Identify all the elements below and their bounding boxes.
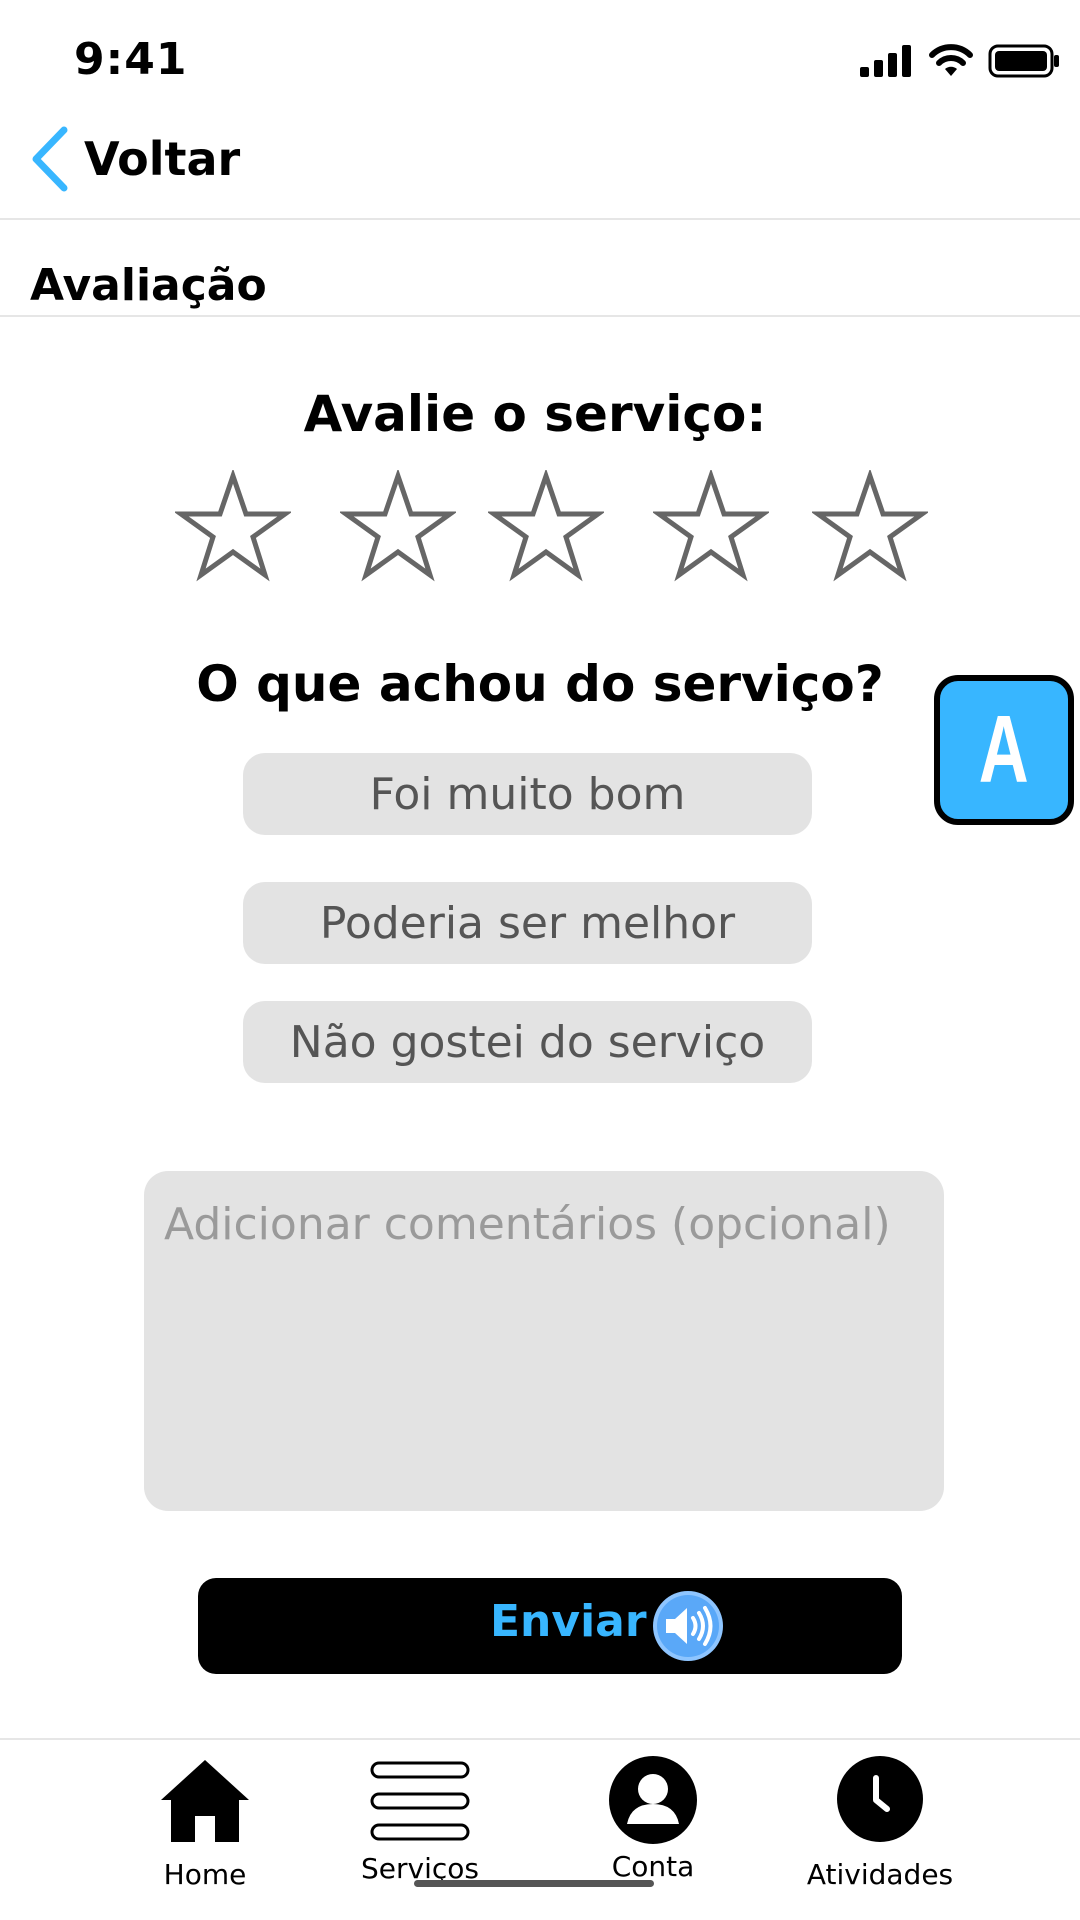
star-3-icon[interactable]	[488, 470, 604, 582]
send-button[interactable]: Enviar	[198, 1578, 902, 1674]
home-indicator	[414, 1880, 654, 1887]
star-5-icon[interactable]	[812, 470, 928, 582]
feedback-question: O que achou do serviço?	[196, 655, 884, 713]
clock-icon	[837, 1756, 923, 1842]
speaker-icon[interactable]	[652, 1590, 724, 1662]
signal-icon	[860, 45, 911, 77]
comment-field[interactable]	[144, 1171, 944, 1511]
tabbar-divider	[0, 1738, 1080, 1740]
back-label: Voltar	[84, 132, 241, 186]
status-time: 9:41	[74, 34, 188, 85]
star-1-icon[interactable]	[175, 470, 291, 582]
accessibility-label: A	[979, 696, 1029, 803]
back-button[interactable]: Voltar	[30, 124, 240, 194]
option-could-be-better[interactable]: Poderia ser melhor	[243, 882, 812, 964]
send-label: Enviar	[490, 1596, 647, 1647]
tab-label-account: Conta	[611, 1850, 695, 1883]
status-bar: 9:41	[0, 0, 1080, 110]
rating-title: Avalie o serviço:	[303, 385, 767, 443]
title-divider	[0, 315, 1080, 317]
status-icons	[860, 44, 1060, 78]
option-good[interactable]: Foi muito bom	[243, 753, 812, 835]
wifi-icon	[929, 44, 973, 76]
tab-label-home: Home	[163, 1858, 247, 1891]
home-icon	[161, 1760, 249, 1842]
page-title: Avaliação	[30, 260, 267, 311]
accessibility-button[interactable]: A	[934, 675, 1074, 825]
chevron-left-icon	[32, 126, 68, 192]
star-4-icon[interactable]	[653, 470, 769, 582]
list-icon	[370, 1761, 470, 1841]
option-did-not-like[interactable]: Não gostei do serviço	[243, 1001, 812, 1083]
user-icon	[609, 1756, 697, 1844]
header-divider	[0, 218, 1080, 220]
tab-activities[interactable]: Atividades	[795, 1752, 965, 1902]
battery-icon	[988, 44, 1059, 78]
star-2-icon[interactable]	[340, 470, 456, 582]
tab-label-activities: Atividades	[806, 1858, 954, 1891]
tab-home[interactable]: Home	[120, 1752, 290, 1902]
star-rating	[0, 470, 1080, 585]
